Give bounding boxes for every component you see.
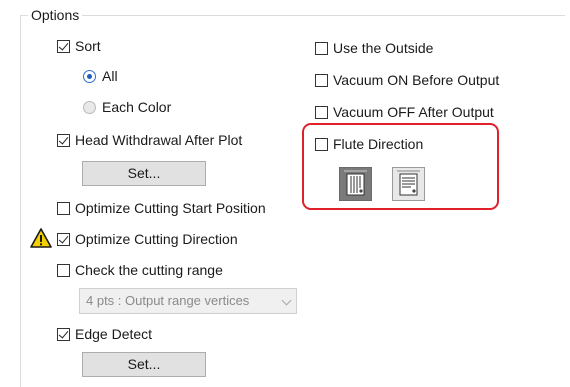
- head-withdrawal-checkbox-box[interactable]: [57, 133, 70, 147]
- sort-all-label: All: [102, 68, 118, 84]
- range-select-value: 4 pts : Output range vertices: [86, 293, 250, 308]
- vacuum-off-label: Vacuum OFF After Output: [333, 104, 494, 120]
- use-outside-label: Use the Outside: [333, 40, 434, 56]
- vacuum-off-checkbox[interactable]: Vacuum OFF After Output: [315, 102, 494, 122]
- vacuum-off-checkbox-box[interactable]: [315, 105, 328, 119]
- sort-each-color-label: Each Color: [102, 99, 172, 115]
- head-withdrawal-set-button[interactable]: Set...: [82, 161, 206, 186]
- vacuum-on-checkbox[interactable]: Vacuum ON Before Output: [315, 70, 499, 90]
- check-range-checkbox-box[interactable]: [57, 263, 70, 277]
- flute-direction-label: Flute Direction: [333, 136, 424, 152]
- head-withdrawal-checkbox[interactable]: Head Withdrawal After Plot: [57, 130, 242, 150]
- use-outside-checkbox[interactable]: Use the Outside: [315, 38, 433, 58]
- edge-detect-checkbox[interactable]: Edge Detect: [57, 324, 152, 344]
- optimize-direction-checkbox-box[interactable]: [57, 232, 70, 246]
- chevron-down-icon: [281, 295, 292, 306]
- flute-vertical-icon: [344, 170, 367, 196]
- sort-all-radio[interactable]: All: [83, 66, 118, 86]
- optimize-direction-label: Optimize Cutting Direction: [75, 231, 238, 247]
- flute-direction-checkbox-box[interactable]: [315, 137, 328, 151]
- edge-detect-label: Edge Detect: [75, 326, 153, 342]
- warning-icon: [30, 228, 52, 248]
- sort-each-color-radio[interactable]: Each Color: [83, 97, 171, 117]
- vacuum-on-label: Vacuum ON Before Output: [333, 72, 500, 88]
- edge-detect-checkbox-box[interactable]: [57, 327, 70, 341]
- flute-horizontal-icon: [397, 170, 420, 196]
- sort-all-radio-button[interactable]: [83, 69, 96, 83]
- check-range-checkbox[interactable]: Check the cutting range: [57, 260, 223, 280]
- optimize-start-checkbox[interactable]: Optimize Cutting Start Position: [57, 198, 266, 218]
- edge-detect-set-button[interactable]: Set...: [82, 352, 206, 377]
- sort-checkbox-box[interactable]: [57, 39, 70, 53]
- optimize-start-checkbox-box[interactable]: [57, 201, 70, 215]
- flute-direction-checkbox[interactable]: Flute Direction: [315, 134, 423, 154]
- sort-each-color-radio-button[interactable]: [83, 100, 96, 114]
- sort-checkbox[interactable]: Sort: [57, 36, 101, 56]
- check-range-label: Check the cutting range: [75, 262, 223, 278]
- optimize-start-label: Optimize Cutting Start Position: [75, 200, 266, 216]
- optimize-direction-checkbox[interactable]: Optimize Cutting Direction: [57, 229, 238, 249]
- range-select[interactable]: 4 pts : Output range vertices: [79, 288, 297, 314]
- vacuum-on-checkbox-box[interactable]: [315, 73, 328, 87]
- use-outside-checkbox-box[interactable]: [315, 41, 328, 55]
- flute-horizontal-button[interactable]: [392, 167, 425, 201]
- flute-vertical-button[interactable]: [339, 167, 372, 201]
- sort-label: Sort: [75, 38, 101, 54]
- options-legend: Options: [28, 6, 83, 24]
- head-withdrawal-label: Head Withdrawal After Plot: [75, 132, 243, 148]
